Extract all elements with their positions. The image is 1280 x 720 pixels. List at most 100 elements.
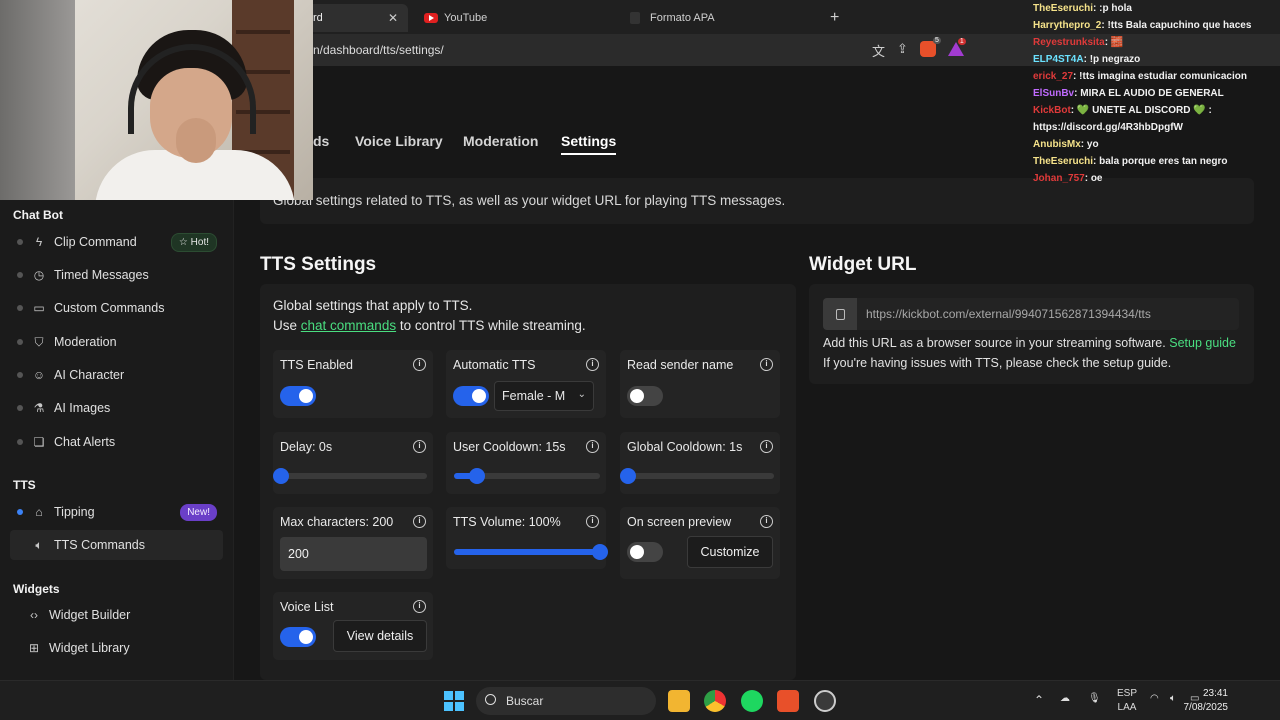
sidebar-item-custom-commands[interactable]: ▭ Custom Commands [10,293,223,323]
tab-formato-apa[interactable]: Formato APA [620,4,816,32]
sidebar-item-widget-library[interactable]: ⊞ Widget Library [10,633,223,663]
max-characters-tile: Max characters: 200 i 200 [273,507,433,579]
voice-list-tile: Voice List i View details [273,592,433,660]
sidebar-item-tts-commands[interactable]: 🔈︎ TTS Commands [10,530,223,560]
delay-slider[interactable] [273,468,427,484]
sidebar-heading-chat-bot: Chat Bot [13,208,63,222]
sidebar-item-label: Widget Builder [49,608,131,622]
sidebar-item-clip-command[interactable]: ϟ Clip Command ☆ Hot! [10,227,223,257]
badge-text: Hot! [190,236,209,248]
slider-thumb[interactable] [620,468,636,484]
sidebar-item-ai-character[interactable]: ☺ AI Character [10,360,223,390]
chat-commands-link[interactable]: chat commands [301,318,396,333]
sidebar-item-ai-images[interactable]: ⚗ AI Images [10,393,223,423]
spotify-icon[interactable] [741,690,763,712]
sidebar-item-timed-messages[interactable]: ◷ Timed Messages [10,260,223,290]
bullet-dot [17,405,23,411]
tab-commands[interactable]: ds [313,133,329,149]
slider-thumb[interactable] [592,544,608,560]
close-tab-icon[interactable]: ✕ [388,11,398,25]
obs-icon[interactable] [814,690,836,712]
brave-shield-icon[interactable]: 5 [919,37,941,57]
widget-url-title: Widget URL [809,254,917,275]
tab-settings[interactable]: Settings [561,133,617,155]
sidebar-item-moderation[interactable]: ⛉ Moderation [10,327,223,357]
chat-message: ELP4ST4A: !p negrazo [1033,51,1280,68]
timer-icon: ◷ [33,268,45,282]
copy-button[interactable] [823,298,857,330]
language-indicator[interactable]: ESP LAA [1117,687,1137,715]
command-icon: ▭ [33,301,45,315]
widget-url-field[interactable]: https://kickbot.com/external/99407156287… [823,298,1239,330]
info-icon[interactable]: i [760,440,773,453]
setting-label: Delay: 0s [280,440,333,454]
widget-help-line1: Add this URL as a browser source in your… [823,336,1236,350]
setup-guide-link[interactable]: Setup guide [1169,336,1236,350]
chat-message: AnubisMx: yo [1033,136,1280,153]
wifi-icon[interactable]: ◠ [1150,693,1159,704]
microphone-icon[interactable]: 🎙︎ [1088,693,1101,704]
share-icon[interactable]: ⇪ [897,41,908,60]
sidebar-item-label: TTS Commands [54,538,145,552]
windows-start-icon[interactable] [444,691,464,711]
brave-icon[interactable] [777,690,799,712]
person-hand [176,118,216,163]
sidebar-item-label: AI Images [54,401,111,415]
sidebar-item-chat-alerts[interactable]: ❏ Chat Alerts [10,427,223,457]
max-characters-input[interactable]: 200 [280,537,427,571]
info-icon[interactable]: i [413,600,426,613]
copy-icon [835,308,845,320]
chevron-up-icon[interactable]: ⌃ [1034,693,1044,707]
slider-thumb[interactable] [469,468,486,484]
taskbar-search[interactable]: Buscar [476,687,656,715]
info-icon[interactable]: i [586,515,599,528]
url-field[interactable]: n/dashboard/tts/settings/ [313,43,444,57]
slider-thumb[interactable] [273,468,289,484]
volume-icon[interactable]: 🔈︎ [1170,693,1176,704]
sidebar-item-widget-builder[interactable]: ‹› Widget Builder [10,600,223,630]
bullet-dot [17,272,23,278]
cloud-icon[interactable]: ☁ [1060,693,1070,704]
file-explorer-icon[interactable] [668,690,690,712]
voice-select[interactable]: Female - M ⌄ [494,381,594,411]
info-icon[interactable]: i [586,358,599,371]
view-details-button[interactable]: View details [333,620,427,652]
info-icon[interactable]: i [413,358,426,371]
speaker-icon: 🔈︎ [35,537,43,552]
tab-moderation[interactable]: Moderation [463,133,538,149]
automatic-tts-toggle[interactable] [453,386,489,406]
system-clock[interactable]: 23:41 7/08/2025 [1184,687,1229,715]
info-icon[interactable]: i [760,515,773,528]
tab-voice-library[interactable]: Voice Library [355,133,443,149]
tab-dashboard[interactable]: rd ✕ [300,4,408,32]
code-icon: ‹› [30,608,38,622]
info-icon[interactable]: i [760,358,773,371]
translate-icon[interactable]: 文 [872,41,885,60]
info-icon[interactable]: i [413,515,426,528]
setting-label: Read sender name [627,358,734,372]
tab-youtube[interactable]: YouTube [416,4,612,32]
bullet-dot [17,239,23,245]
bullet-dot [17,439,23,445]
youtube-icon [424,13,438,23]
tts-enabled-toggle[interactable] [280,386,316,406]
document-icon [630,12,640,24]
on-screen-preview-toggle[interactable] [627,542,663,562]
read-sender-name-toggle[interactable] [627,386,663,406]
info-icon[interactable]: i [586,440,599,453]
tts-volume-slider[interactable] [454,544,608,560]
sidebar-item-tipping[interactable]: ⌂ Tipping New! [10,497,223,527]
chat-username: KickBot [1033,105,1071,116]
shield-icon: ⛉ [34,334,44,349]
chat-username: TheEseruchi [1033,156,1094,167]
new-tab-button[interactable]: + [830,4,846,32]
info-icon[interactable]: i [413,440,426,453]
clock-date: 7/08/2025 [1183,702,1229,713]
chrome-icon[interactable] [704,690,726,712]
brave-rewards-icon[interactable]: 1 [947,38,966,56]
voice-list-toggle[interactable] [280,627,316,647]
user-cooldown-slider[interactable] [454,468,600,484]
chat-username: Reyestrunksita [1033,37,1105,48]
customize-button[interactable]: Customize [687,536,773,568]
global-cooldown-slider[interactable] [620,468,774,484]
